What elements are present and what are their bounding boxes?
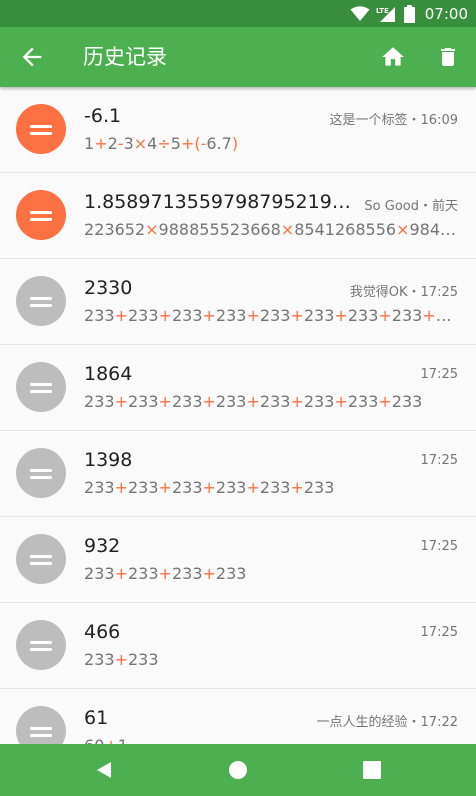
app-bar: 历史记录 (0, 27, 476, 87)
navigation-bar (0, 744, 476, 796)
history-expression: 223652×988855523668×8541268556×984122335… (84, 220, 460, 239)
arrow-back-icon[interactable] (18, 43, 46, 71)
page-title: 历史记录 (83, 45, 167, 69)
history-expression: 233+233+233+233 (84, 564, 247, 583)
wifi-icon (350, 5, 370, 21)
equals-icon (16, 706, 66, 744)
history-list[interactable]: -6.1 这是一个标签・16:09 1+2-3×4÷5+(-6.7) 1.858971… (0, 87, 476, 744)
history-item[interactable]: 2330 我觉得OK・17:25 233+233+233+233+233+233+2… (0, 259, 476, 345)
history-result: 1398 (84, 449, 133, 471)
equals-icon (16, 620, 66, 670)
equals-icon (16, 190, 66, 240)
history-expression: 233+233+233+233+233+233+233+233 (84, 392, 423, 411)
history-expression: 233+233+233+233+233+233+233+233+233+233 (84, 306, 460, 325)
history-meta: 一点人生的经验・17:22 (316, 715, 458, 730)
history-result: 61 (84, 707, 109, 729)
equals-icon (16, 534, 66, 584)
status-icons: LTE 07:00 (350, 0, 468, 27)
history-item[interactable]: 1398 17:25 233+233+233+233+233+233 (0, 431, 476, 517)
history-meta: 17:25 (420, 367, 458, 382)
history-meta: 17:25 (420, 625, 458, 640)
history-item[interactable]: -6.1 这是一个标签・16:09 1+2-3×4÷5+(-6.7) (0, 87, 476, 173)
history-expression: 1+2-3×4÷5+(-6.7) (84, 134, 239, 153)
history-meta: 我觉得OK・17:25 (349, 285, 458, 300)
equals-icon (16, 448, 66, 498)
history-result: 466 (84, 621, 121, 643)
equals-icon (16, 104, 66, 154)
home-icon[interactable] (380, 44, 406, 70)
history-item[interactable]: 932 17:25 233+233+233+233 (0, 517, 476, 603)
battery-icon (403, 4, 415, 23)
history-result: -6.1 (84, 105, 122, 127)
history-item[interactable]: 466 17:25 233+233 (0, 603, 476, 689)
equals-icon (16, 362, 66, 412)
history-result: 1.8589713559798795219550E39 (84, 191, 354, 213)
history-meta: So Good・前天 (364, 199, 458, 214)
history-item[interactable]: 1864 17:25 233+233+233+233+233+233+233+233 (0, 345, 476, 431)
status-bar: LTE 07:00 (0, 0, 476, 27)
history-meta: 17:25 (420, 539, 458, 554)
history-expression: 233+233+233+233+233+233 (84, 478, 335, 497)
history-item[interactable]: 1.8589713559798795219550E39 So Good・前天 223… (0, 173, 476, 259)
history-expression: 233+233 (84, 650, 159, 669)
nav-back-icon[interactable] (94, 760, 114, 780)
history-meta: 17:25 (420, 453, 458, 468)
cellular-signal-icon: LTE (376, 6, 395, 22)
equals-icon (16, 276, 66, 326)
network-type-label: LTE (376, 7, 389, 15)
history-result: 2330 (84, 277, 133, 299)
history-meta: 这是一个标签・16:09 (329, 113, 458, 128)
status-time: 07:00 (424, 4, 468, 23)
nav-home-icon[interactable] (228, 760, 248, 780)
history-result: 932 (84, 535, 121, 557)
history-expression: 60+1 (84, 736, 460, 744)
history-result: 1864 (84, 363, 133, 385)
nav-recents-icon[interactable] (363, 761, 381, 779)
delete-icon[interactable] (436, 43, 460, 71)
history-item[interactable]: 61 一点人生的经验・17:22 60+1 (0, 689, 476, 744)
